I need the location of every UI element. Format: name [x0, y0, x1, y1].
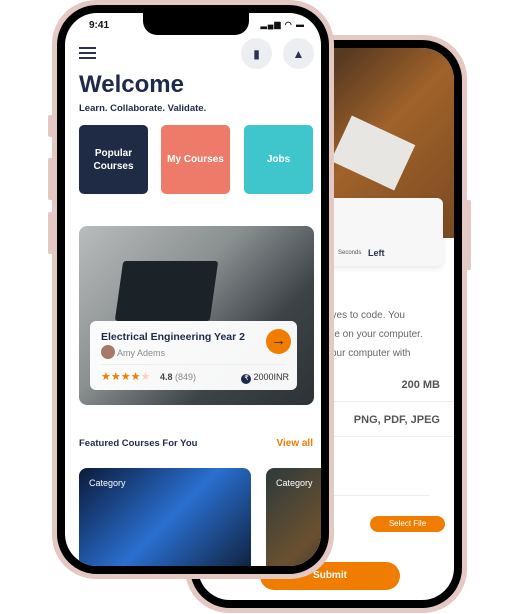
avatar — [101, 345, 115, 359]
review-count: (849) — [175, 372, 197, 382]
author-name: Amy Adems — [117, 348, 166, 358]
desc-line: your computer with — [326, 348, 411, 359]
signal-wifi-battery-icon: ▂▄▆ ◠ ▬ — [260, 20, 305, 29]
star-rating: ★★★★★ — [101, 371, 151, 383]
rupee-icon: ₹ — [241, 374, 252, 384]
bell-icon: ▲ — [292, 46, 305, 61]
side-button — [48, 212, 53, 254]
select-file-button[interactable]: Select File — [370, 516, 445, 532]
featured-title: Featured Courses For You — [79, 438, 198, 449]
notification-button[interactable]: ▲ — [283, 38, 314, 69]
bookmark-book-button[interactable]: ▮ — [241, 38, 272, 69]
book-icon: ▮ — [253, 46, 260, 61]
desc-line: oves to code. You — [326, 310, 405, 321]
featured-course-card[interactable]: Category — [79, 468, 251, 566]
featured-course-card[interactable]: Category — [266, 468, 321, 566]
category-label: Category — [276, 478, 313, 488]
side-button — [466, 200, 471, 270]
side-button — [48, 158, 53, 200]
menu-icon[interactable] — [79, 47, 96, 59]
laptop-image — [114, 261, 219, 321]
tagline: Learn. Collaborate. Validate. — [79, 103, 207, 114]
home-screen: 9:41 ▂▄▆ ◠ ▬ ▮ ▲ Welcome Learn. Collabor… — [65, 13, 321, 566]
rating: 4.8 (849) — [160, 372, 196, 382]
page-title: Welcome — [79, 71, 184, 98]
divider — [101, 364, 286, 365]
course-title: Electrical Engineering Year 2 — [101, 331, 245, 343]
seconds-label: Seconds — [338, 250, 362, 256]
tile-popular-courses[interactable]: Popular Courses — [79, 125, 148, 194]
left-label: Left — [368, 248, 385, 258]
rating-value: 4.8 — [160, 372, 173, 382]
tile-my-courses[interactable]: My Courses — [161, 125, 230, 194]
price-value: 2000INR — [253, 372, 289, 382]
front-phone: 9:41 ▂▄▆ ◠ ▬ ▮ ▲ Welcome Learn. Collabor… — [48, 0, 334, 579]
timer-card: Seconds Left — [318, 198, 443, 266]
course-info-card: Electrical Engineering Year 2 Amy Adems … — [90, 321, 297, 390]
view-all-link[interactable]: View all — [276, 438, 313, 449]
tile-jobs[interactable]: Jobs — [244, 125, 313, 194]
arrow-right-icon: → — [271, 332, 286, 349]
description: oves to code. You me on your computer. y… — [326, 306, 454, 363]
notch — [143, 13, 249, 35]
open-course-button[interactable]: → — [266, 329, 291, 354]
price: ₹2000INR — [241, 372, 289, 384]
desc-line: me on your computer. — [326, 329, 423, 340]
hero-course-card[interactable]: Electrical Engineering Year 2 Amy Adems … — [79, 226, 314, 405]
status-time: 9:41 — [89, 20, 110, 31]
category-label: Category — [89, 478, 126, 488]
side-button — [48, 115, 53, 137]
